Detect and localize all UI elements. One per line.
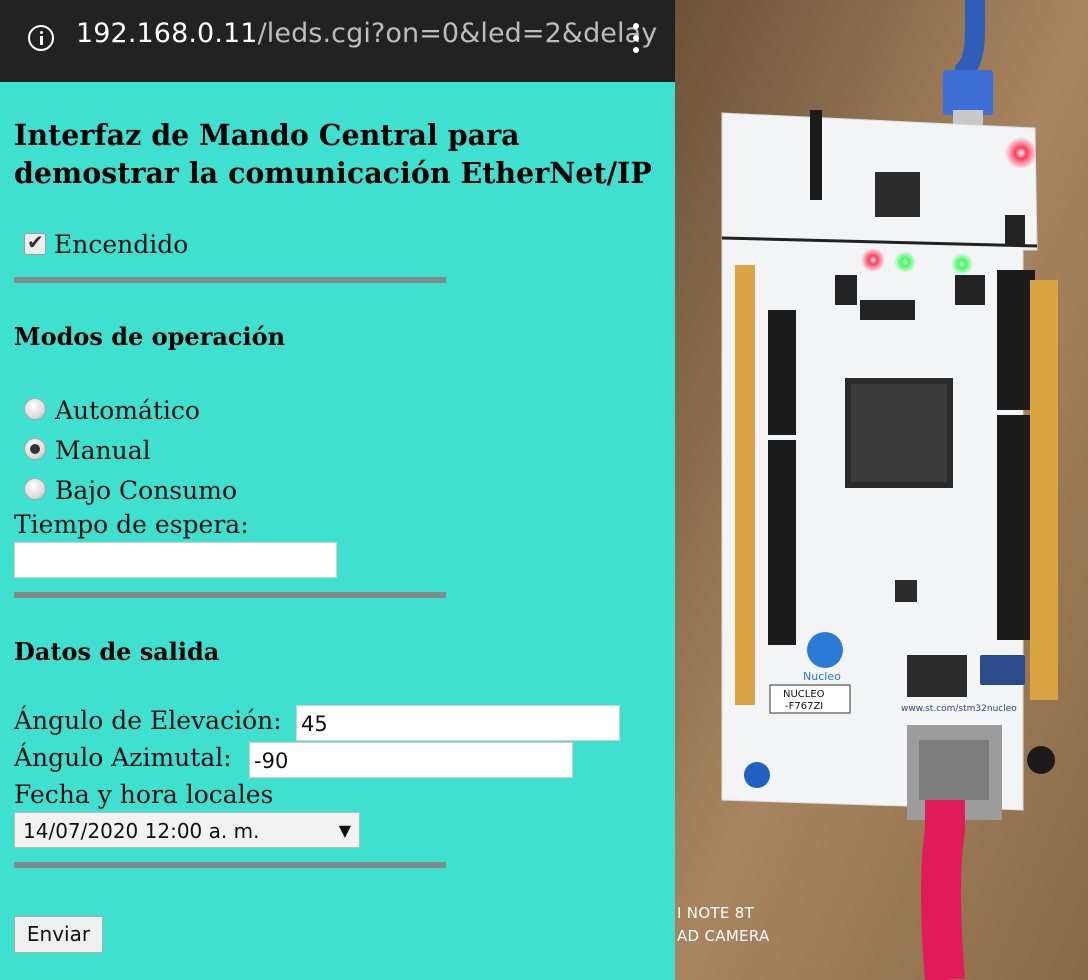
board-photo: Nucleo NUCLEO -F767ZI www.st.com/stm32nu… [675,0,1088,980]
datetime-label: Fecha y hora locales [14,780,274,809]
mode-radio-automatico[interactable] [24,398,46,420]
led-green-power [951,253,973,275]
modes-heading: Modos de operación [14,322,286,351]
info-icon[interactable] [28,25,54,51]
azimuth-input[interactable]: -90 [249,742,573,778]
power-checkbox[interactable] [24,230,46,255]
submit-button[interactable]: Enviar [14,916,103,953]
more-vert-icon[interactable] [632,23,640,53]
mode-radio-bajo-consumo[interactable] [24,478,46,500]
mode-radio-manual[interactable] [24,438,46,460]
datetime-select[interactable]: 14/07/2020 12:00 a. m. ▼ [14,812,360,848]
divider [14,592,446,598]
led-red-top [1005,137,1037,169]
power-checkbox-label: Encendido [54,230,189,259]
azimuth-label: Ángulo Azimutal: [14,743,232,772]
board-brand-text: Nucleo [803,670,841,683]
mode-radio-automatico-label: Automático [55,396,200,425]
led-red-user [861,248,885,272]
camera-watermark-line2: AD CAMERA [677,927,770,945]
url-path: /leds.cgi?on=0&led=2&delay [257,18,658,49]
url-host: 192.168.0.11 [76,18,258,49]
output-heading: Datos de salida [14,637,220,666]
mode-radio-manual-label: Manual [55,436,151,465]
datetime-select-value: 14/07/2020 12:00 a. m. [23,819,260,843]
divider [14,862,446,868]
board-model-line1: NUCLEO [783,689,825,700]
elevation-input[interactable]: 45 [296,705,620,741]
wait-time-input[interactable] [14,542,337,578]
page-title: Interfaz de Mando Central para demostrar… [14,118,652,190]
elevation-label: Ángulo de Elevación: [14,706,282,735]
board-model-line2: -F767ZI [785,701,823,712]
mode-radio-bajo-consumo-label: Bajo Consumo [55,476,237,505]
board-url-text: www.st.com/stm32nucleo [901,704,1017,714]
browser-address-bar[interactable]: 192.168.0.11/leds.cgi?on=0&led=2&delay [0,0,675,82]
dropdown-arrow-icon: ▼ [338,821,351,840]
led-green-user [894,251,916,273]
nucleo-board-photo: Nucleo NUCLEO -F767ZI www.st.com/stm32nu… [675,0,1088,980]
divider [14,277,446,283]
phone-screenshot: 192.168.0.11/leds.cgi?on=0&led=2&delay I… [0,0,675,980]
camera-watermark-line1: I NOTE 8T [677,904,755,922]
url-text[interactable]: 192.168.0.11/leds.cgi?on=0&led=2&delay [76,18,657,49]
wait-time-label: Tiempo de espera: [14,510,249,539]
